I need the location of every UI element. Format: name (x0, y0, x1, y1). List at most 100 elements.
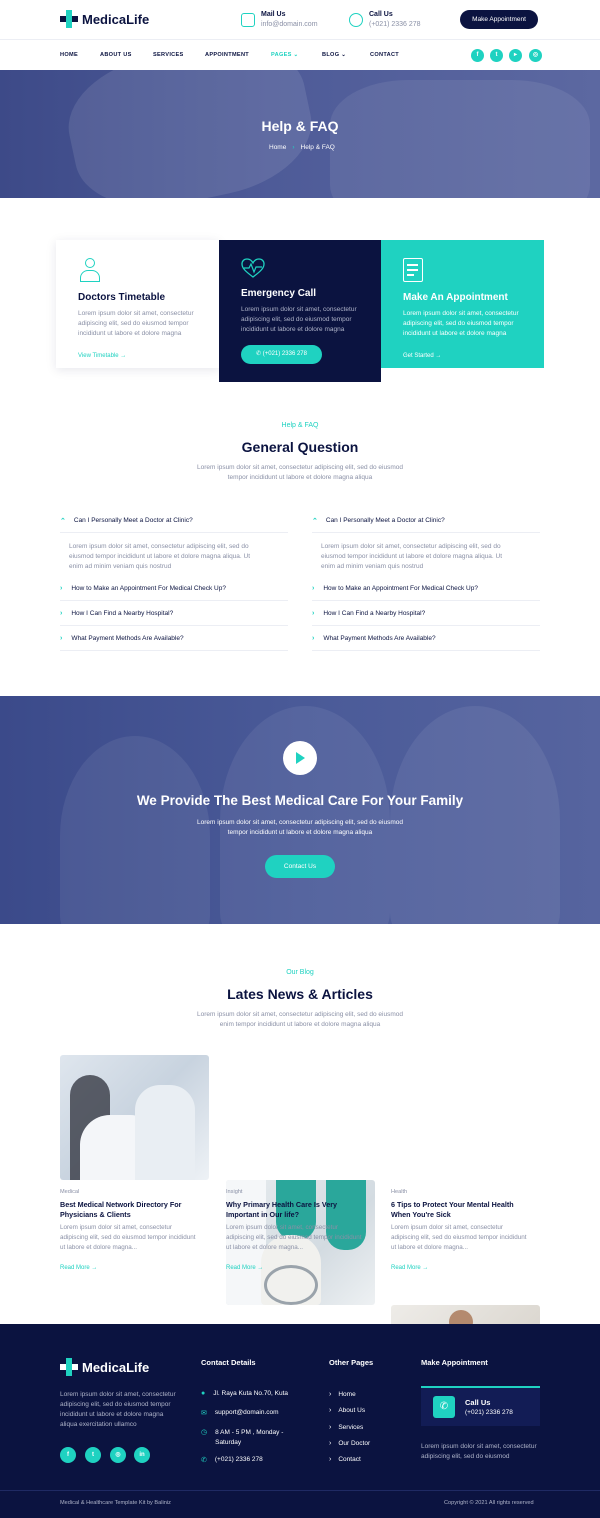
footer-logo[interactable]: MedicaLife (60, 1358, 149, 1376)
footer-link-doctor[interactable]: › Our Doctor (329, 1440, 370, 1447)
faq-item-open[interactable]: ⌃ Can I Personally Meet a Doctor at Clin… (312, 517, 538, 525)
hours-line: Saturday (215, 1439, 242, 1446)
faq-item[interactable]: › How to Make an Appointment For Medical… (60, 585, 226, 592)
chevron-up-icon: ⌃ (312, 518, 318, 525)
contact-us-button[interactable]: Contact Us (265, 855, 335, 878)
cta-background-image (220, 706, 390, 924)
footer-link-label: Contact (338, 1456, 361, 1463)
footer-link-home[interactable]: › Home (329, 1391, 356, 1398)
post-excerpt-line: ut labore et dolore magna... (60, 1244, 138, 1251)
footer-link-contact[interactable]: › Contact (329, 1456, 361, 1463)
get-started-link[interactable]: Get Started → (403, 353, 522, 359)
linkedin-icon[interactable]: in (134, 1447, 150, 1463)
post-title[interactable]: Best Medical Network Directory For Physi… (60, 1200, 210, 1220)
post-category: Health (391, 1189, 408, 1195)
faq-item-open[interactable]: ⌃ Can I Personally Meet a Doctor at Clin… (60, 517, 286, 525)
faq-divider (60, 600, 288, 601)
nav-about-us[interactable]: ABOUT US (100, 52, 132, 58)
call-contact[interactable]: Call Us (+021) 2336 278 (349, 11, 421, 28)
service-card-timetable: Doctors Timetable Lorem ipsum dolor sit … (56, 240, 219, 368)
instagram-icon[interactable]: ◎ (110, 1447, 126, 1463)
nav-blog[interactable]: BLOG ⌄ (322, 52, 346, 58)
faq-answer-line: eiusmod tempor incididunt ut labore et d… (321, 553, 503, 560)
breadcrumb-home[interactable]: Home (269, 144, 286, 151)
post-excerpt: Lorem ipsum dolor sit amet, consectetur … (391, 1223, 543, 1253)
read-more-link[interactable]: Read More → (391, 1265, 428, 1271)
footer-email[interactable]: ✉ support@domain.com (201, 1409, 279, 1417)
post-excerpt-line: ut labore et dolore magna... (226, 1244, 304, 1251)
facebook-icon[interactable]: f (471, 49, 484, 62)
address-text: Jl. Raya Kuta No.70, Kuta (213, 1390, 289, 1397)
post-title-line: Best Medical Network Directory For (60, 1200, 182, 1209)
post-title[interactable]: 6 Tips to Protect Your Mental Health Whe… (391, 1200, 543, 1220)
site-logo[interactable]: MedicaLife (60, 10, 149, 28)
clock-icon: ◷ (201, 1429, 208, 1436)
footer-hours: ◷ 8 AM - 5 PM , Monday - Saturday (201, 1428, 283, 1448)
footer-appointment-text: Lorem ipsum dolor sit amet, consectetur … (421, 1442, 545, 1462)
twitter-icon[interactable]: t (85, 1447, 101, 1463)
nav-pages[interactable]: PAGES ⌄ (271, 52, 299, 58)
footer-about-line: incididunt ut labore et dolore magna (60, 1411, 164, 1418)
youtube-icon[interactable]: ▸ (509, 49, 522, 62)
footer-about-line: aliqua exercitation ullamco (60, 1421, 137, 1428)
faq-item[interactable]: › How I Can Find a Nearby Hospital? (60, 610, 173, 617)
nav-appointment[interactable]: APPOINTMENT (205, 52, 249, 58)
faq-item[interactable]: › What Payment Methods Are Available? (60, 635, 184, 642)
make-appointment-button[interactable]: Make Appointment (460, 10, 538, 29)
play-video-button[interactable] (283, 741, 317, 775)
mail-contact[interactable]: Mail Us info@domain.com (241, 11, 318, 28)
faq-answer-line: enim ad minim veniam quis nostrud (69, 563, 172, 570)
twitter-icon[interactable]: t (490, 49, 503, 62)
faq-item[interactable]: › What Payment Methods Are Available? (312, 635, 436, 642)
footer-link-about[interactable]: › About Us (329, 1407, 365, 1414)
view-timetable-link[interactable]: View Timetable → (78, 353, 197, 359)
footer-link-services[interactable]: › Services (329, 1424, 363, 1431)
post-excerpt-line: Lorem ipsum dolor sit amet, consectetur (226, 1224, 338, 1231)
nav-contact[interactable]: CONTACT (370, 52, 399, 58)
faq-question: How to Make an Appointment For Medical C… (71, 585, 226, 592)
post-title-line: When You're Sick (391, 1210, 451, 1219)
chevron-right-icon: › (312, 635, 315, 642)
mail-icon: ✉ (201, 1410, 207, 1417)
blog-post-image[interactable] (60, 1055, 209, 1180)
arrow-right-icon: → (120, 353, 127, 359)
call-box-number: (+021) 2336 278 (465, 1409, 513, 1416)
nav-services[interactable]: SERVICES (153, 52, 184, 58)
faq-divider (60, 650, 288, 651)
post-excerpt: Lorem ipsum dolor sit amet, consectetur … (60, 1223, 212, 1253)
call-value: (+021) 2336 278 (369, 21, 421, 28)
chevron-right-icon: › (60, 610, 63, 617)
post-title-line: Why Primary Health Care Is Very (226, 1200, 338, 1209)
post-excerpt: Lorem ipsum dolor sit amet, consectetur … (226, 1223, 378, 1253)
footer-link-label: Home (338, 1391, 356, 1398)
chevron-up-icon: ⌃ (60, 518, 66, 525)
nav-blog-label: BLOG (322, 52, 340, 58)
read-more-link[interactable]: Read More → (226, 1265, 263, 1271)
logo-cross-icon (60, 10, 78, 28)
faq-subtitle-line: tempor incididunt ut labore et dolore ma… (227, 474, 373, 481)
read-more-link[interactable]: Read More → (60, 1265, 97, 1271)
footer-copyright: Copyright © 2021 All rights reserved (444, 1500, 534, 1506)
footer-phone[interactable]: ✆ (+021) 2336 278 (201, 1456, 263, 1464)
facebook-icon[interactable]: f (60, 1447, 76, 1463)
post-category: Medical (60, 1189, 80, 1195)
hero-background-image (330, 80, 590, 198)
emergency-call-button[interactable]: ✆ (+021) 2336 278 (241, 345, 322, 364)
emergency-phone-label: (+021) 2336 278 (262, 351, 307, 357)
footer-about-line: adipiscing elit, sed do eiusmod tempor (60, 1401, 171, 1408)
faq-question: What Payment Methods Are Available? (71, 635, 184, 642)
footer-pages-title: Other Pages (329, 1358, 374, 1367)
chevron-right-icon: › (329, 1424, 332, 1431)
footer-contact-title: Contact Details (201, 1358, 256, 1367)
arrow-right-icon: → (91, 1265, 98, 1271)
footer-call-box[interactable]: ✆ Call Us (+021) 2336 278 (421, 1386, 540, 1426)
faq-answer-line: Lorem ipsum dolor sit amet, consectetur … (69, 543, 249, 550)
chevron-right-icon: › (60, 585, 63, 592)
faq-divider (312, 650, 540, 651)
instagram-icon[interactable]: ◎ (529, 49, 542, 62)
post-title[interactable]: Why Primary Health Care Is Very Importan… (226, 1200, 376, 1220)
faq-item[interactable]: › How to Make an Appointment For Medical… (312, 585, 478, 592)
faq-item[interactable]: › How I Can Find a Nearby Hospital? (312, 610, 425, 617)
page-hero (0, 70, 600, 198)
nav-home[interactable]: HOME (60, 52, 78, 58)
